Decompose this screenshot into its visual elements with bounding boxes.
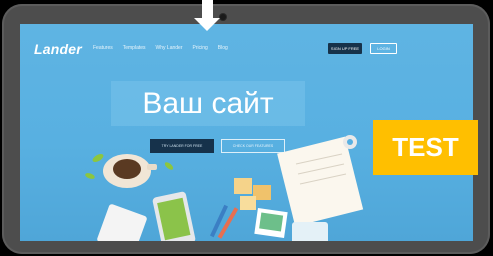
paper-illustration — [277, 136, 364, 227]
camera-icon — [220, 14, 226, 20]
pencils-illustration — [210, 204, 239, 239]
tape-illustration — [343, 135, 357, 149]
down-arrow-icon — [194, 18, 220, 31]
sticky-notes-illustration — [234, 178, 271, 210]
photo-illustration — [254, 208, 288, 238]
gadget-illustration — [292, 222, 328, 241]
coffee-cup-illustration — [103, 154, 157, 188]
test-badge: TEST — [373, 120, 478, 175]
notebook-illustration — [97, 204, 147, 241]
phone-illustration — [152, 191, 196, 241]
down-arrow-shaft — [202, 0, 213, 20]
